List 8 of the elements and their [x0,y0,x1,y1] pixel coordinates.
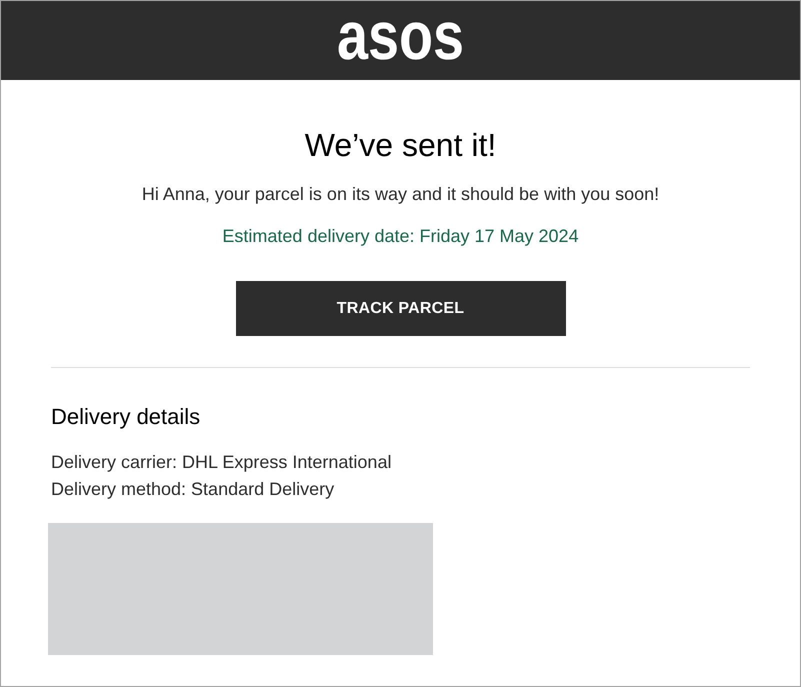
delivery-estimate: Estimated delivery date: Friday 17 May 2024 [222,225,579,248]
greeting-text: Hi Anna, your parcel is on its way and it should be with you soon! [142,183,660,206]
brand-logo: asos [336,10,464,60]
section-heading: Delivery details [51,403,202,431]
track-parcel-button[interactable]: TRACK PARCEL [236,281,566,336]
headline: We’ve sent it! [304,126,496,164]
delivery-info: Delivery method: Standard Delivery [51,478,336,501]
delivery-info: Delivery carrier: DHL Express International [51,451,392,474]
